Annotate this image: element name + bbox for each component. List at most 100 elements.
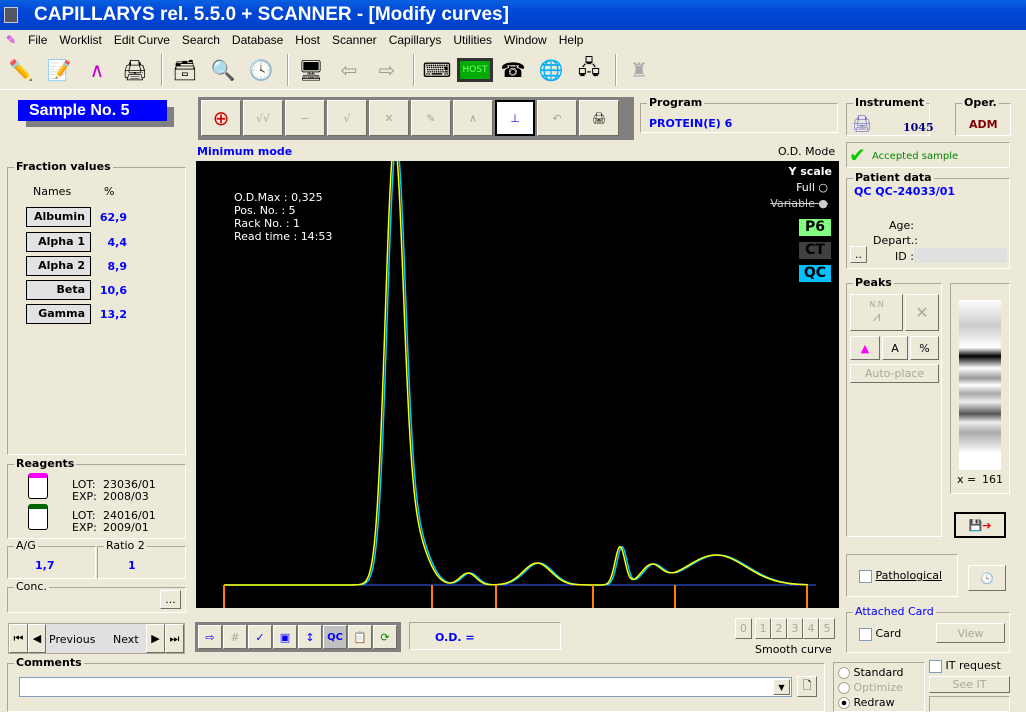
host-monitor-icon[interactable]: HOST	[457, 53, 493, 87]
menu-file[interactable]: File	[22, 33, 53, 47]
new-comment-icon[interactable]: 🗋	[797, 676, 817, 697]
menu-database[interactable]: Database	[226, 33, 289, 47]
gel-image	[959, 300, 1001, 470]
delete-separator-icon[interactable]: ✕	[369, 100, 409, 136]
arrow-left-icon[interactable]: ⇦	[332, 53, 366, 87]
patient-more-button[interactable]: ..	[850, 246, 867, 263]
menu-edit-curve[interactable]: Edit Curve	[108, 33, 176, 47]
auto-place-button[interactable]: Auto-place	[850, 364, 939, 383]
pencil-curve-icon[interactable]: ✎	[411, 100, 451, 136]
network-phone-icon[interactable]: ☎	[496, 53, 530, 87]
fraction-alpha1[interactable]: Alpha 1	[26, 232, 91, 252]
delete-peak-button[interactable]: ✕	[905, 294, 939, 331]
comments-dropdown-icon[interactable]: ▼	[773, 679, 790, 695]
curve-tool-1-icon[interactable]: √√	[243, 100, 283, 136]
radio-icon	[838, 667, 850, 679]
qc-icon[interactable]: QC	[323, 625, 347, 649]
magnifier-icon[interactable]: 🔍	[206, 53, 240, 87]
menu-worklist[interactable]: Worklist	[53, 33, 107, 47]
last-record-button[interactable]: ⏭	[165, 624, 184, 653]
minimum-mode-label: Minimum mode	[197, 145, 293, 158]
refresh-icon[interactable]: ⟳	[373, 625, 397, 649]
peak-a-button[interactable]: A	[882, 336, 908, 360]
smooth-4-button[interactable]: 4	[803, 618, 819, 639]
reagent-bottle-icon	[28, 473, 48, 499]
checkbox[interactable]	[859, 569, 872, 583]
view-card-button[interactable]: View	[936, 623, 1005, 643]
add-separator-icon[interactable]: √	[327, 100, 367, 136]
keypad-icon[interactable]: ⌨	[420, 53, 454, 87]
menu-help[interactable]: Help	[553, 33, 590, 47]
scanner-monitor-icon[interactable]: 🖥	[294, 53, 328, 87]
smooth-5-button[interactable]: 5	[819, 618, 835, 639]
it-request-checkbox[interactable]: IT request	[929, 659, 1001, 673]
grid-curve-icon[interactable]: #	[223, 625, 247, 649]
arrow-right-icon[interactable]: ⇨	[370, 53, 404, 87]
smooth-0-button[interactable]: 0	[735, 618, 752, 639]
save-curve-icon[interactable]: ▣	[273, 625, 297, 649]
print-icon[interactable]: 🖨	[579, 100, 619, 136]
globe-device-icon[interactable]: 🌐	[534, 53, 568, 87]
previous-arrow-button[interactable]: ◀	[28, 624, 46, 653]
edit-pencil-icon[interactable]: ✏️	[4, 53, 38, 87]
menu-search[interactable]: Search	[176, 33, 226, 47]
clock-icon[interactable]: 🕓	[244, 53, 278, 87]
comments-input[interactable]	[19, 677, 792, 697]
pathological-checkbox[interactable]: Pathological	[859, 569, 942, 583]
menu-utilities[interactable]: Utilities	[447, 33, 498, 47]
next-button[interactable]: Next	[113, 633, 139, 646]
peak-nn-button[interactable]: N.N ⩘	[850, 294, 903, 331]
menu-app-icon[interactable]: ✎	[0, 33, 22, 47]
see-it-button[interactable]: See IT	[929, 676, 1010, 693]
check-curve-icon[interactable]: ✓	[248, 625, 272, 649]
draw-mode-panel: Standard Optimize Redraw	[833, 662, 925, 712]
save-export-button[interactable]: 💾➔	[954, 512, 1006, 538]
report-icon[interactable]: 📋	[348, 625, 372, 649]
card-checkbox[interactable]: Card	[859, 627, 901, 641]
zoom-in-icon[interactable]: ⊕	[201, 100, 241, 136]
curve-view-icon[interactable]: ⊥	[495, 100, 535, 136]
next-arrow-button[interactable]: ▶	[146, 624, 165, 653]
peak-icon[interactable]: ∧	[453, 100, 493, 136]
pathological-label: Pathological	[875, 569, 943, 582]
conc-button[interactable]: ...	[160, 590, 181, 609]
radio-selected-icon	[838, 697, 850, 709]
checkbox[interactable]	[859, 627, 872, 641]
menu-host[interactable]: Host	[289, 33, 326, 47]
standard-radio[interactable]: Standard	[838, 665, 920, 680]
checkbox[interactable]	[929, 659, 942, 673]
network-icon[interactable]: 🖧	[572, 53, 606, 87]
fraction-albumin[interactable]: Albumin	[26, 207, 91, 227]
card-file-icon[interactable]: 🗃	[168, 53, 202, 87]
first-record-button[interactable]: ⏮	[9, 624, 28, 653]
optimize-radio[interactable]: Optimize	[838, 680, 920, 695]
menu-window[interactable]: Window	[498, 33, 553, 47]
smooth-1-button[interactable]: 1	[755, 618, 771, 639]
curve-edit-icon[interactable]: ∧	[80, 53, 114, 87]
curve-tool-2-icon[interactable]: ∽	[285, 100, 325, 136]
peak-percent-button[interactable]: %	[910, 336, 939, 360]
menu-scanner[interactable]: Scanner	[326, 33, 383, 47]
redraw-radio[interactable]: Redraw	[838, 695, 920, 710]
clock-folder-icon[interactable]: 🕓	[968, 565, 1006, 591]
id-field[interactable]	[914, 248, 1007, 263]
previous-button[interactable]: Previous	[49, 633, 96, 646]
reference-curve	[224, 161, 809, 586]
chess-piece-icon[interactable]: ♜	[622, 53, 656, 87]
export-curve-icon[interactable]: ⇨	[198, 625, 222, 649]
fraction-beta[interactable]: Beta	[26, 280, 91, 300]
pathological-panel: Pathological	[846, 554, 958, 597]
status-text: Accepted sample	[872, 151, 959, 162]
smooth-2-button[interactable]: 2	[771, 618, 787, 639]
fraction-gamma[interactable]: Gamma	[26, 304, 91, 324]
undo-icon[interactable]: ↶	[537, 100, 577, 136]
smooth-3-button[interactable]: 3	[787, 618, 803, 639]
electrophoresis-graph[interactable]: O.D.Max : 0,325 Pos. No. : 5 Rack No. : …	[196, 161, 839, 608]
gel-x-value: 161	[982, 473, 1003, 486]
fraction-alpha2[interactable]: Alpha 2	[26, 256, 91, 276]
peak-fill-icon[interactable]: ▲	[850, 336, 880, 360]
height-curve-icon[interactable]: ↕	[298, 625, 322, 649]
menu-capillarys[interactable]: Capillarys	[383, 33, 448, 47]
notes-icon[interactable]: 📝	[42, 53, 76, 87]
printer-scanner-icon[interactable]: 🖨	[118, 53, 152, 87]
